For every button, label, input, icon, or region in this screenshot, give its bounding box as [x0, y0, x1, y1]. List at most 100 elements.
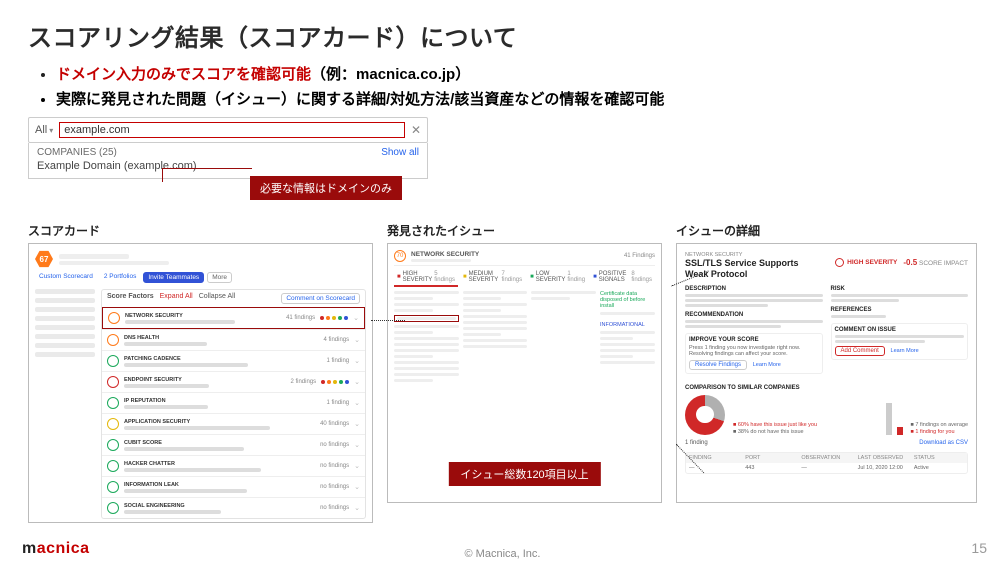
score-factor-list: Score Factors Expand All Collapse All Co…: [101, 289, 366, 519]
score-factor-row[interactable]: NETWORK SECURITY41 findings⌄: [102, 307, 365, 329]
link-portfolios[interactable]: 2 Portfolios: [100, 272, 141, 283]
col1-title: スコアカード: [28, 222, 373, 239]
score-factor-row[interactable]: HACKER CHATTERno findings⌄: [102, 455, 365, 476]
table-summary: 1 finding: [685, 440, 708, 446]
improve-text: Press 1 finding you now investigate righ…: [689, 345, 819, 357]
resolve-button[interactable]: Resolve Findings: [689, 360, 747, 370]
page-number: 15: [971, 540, 987, 556]
callout-connector: [162, 168, 252, 182]
impact-label: SCORE IMPACT: [919, 260, 968, 267]
factor-ring-icon: [107, 397, 119, 409]
factor-ring-icon: [107, 481, 119, 493]
collapse-all[interactable]: Collapse All: [199, 293, 236, 300]
factor-ring-icon: [107, 334, 119, 346]
score-hexagon: 67: [35, 250, 53, 268]
more-button[interactable]: More: [207, 272, 232, 283]
bullet-1: ドメイン入力のみでスコアを確認可能（例：macnica.co.jp）: [56, 63, 977, 84]
sec-improve: IMPROVE YOUR SCORE: [689, 337, 819, 343]
add-comment-button[interactable]: Add Comment: [835, 346, 885, 356]
col2-title: 発見されたイシュー: [387, 222, 662, 239]
issue-head-title: NETWORK SECURITY: [411, 251, 479, 258]
factor-ring-icon: [107, 355, 119, 367]
score-factor-row[interactable]: PATCHING CADENCE1 finding⌄: [102, 350, 365, 371]
blur-meta: [59, 261, 169, 265]
comment-scorecard-button[interactable]: Comment on Scorecard: [281, 293, 360, 304]
score-factor-row[interactable]: DNS HEALTH4 findings⌄: [102, 329, 365, 350]
chevron-down-icon: ⌄: [354, 420, 360, 428]
list-title: Score Factors: [107, 293, 154, 300]
issues-panel: 70 NETWORK SECURITY 41 Findings ■HIGH SE…: [387, 243, 662, 503]
factor-ring-icon: [107, 502, 119, 514]
findings-count: 41 Findings: [624, 253, 655, 259]
chevron-down-icon: ⌄: [354, 504, 360, 512]
impact-value: -0.5: [903, 258, 917, 267]
blur-company: [59, 254, 129, 259]
severity-tab[interactable]: ■MEDIUM SEVERITY 7 findings: [460, 269, 525, 287]
chevron-down-icon: ⌄: [354, 462, 360, 470]
learn-more-link-2[interactable]: Learn More: [891, 348, 919, 354]
slide-title: スコアリング結果（スコアカード）について: [28, 18, 977, 53]
search-scope[interactable]: All ▾: [35, 124, 53, 136]
pie-legend-1: 38% do not have this issue: [738, 429, 804, 435]
chevron-down-icon: ⌄: [354, 357, 360, 365]
score-factor-row[interactable]: INFORMATION LEAKno findings⌄: [102, 476, 365, 497]
close-icon[interactable]: ✕: [411, 123, 421, 137]
pie-chart: [685, 395, 725, 435]
chevron-down-icon: ⌄: [354, 483, 360, 491]
sec-references: REFERENCES: [831, 307, 969, 313]
score-factor-row[interactable]: ENDPOINT SECURITY2 findings⌄: [102, 371, 365, 392]
score-factor-row[interactable]: SOCIAL ENGINEERINGno findings⌄: [102, 497, 365, 518]
severity-icon: [835, 258, 844, 267]
severity-badge: HIGH SEVERITY: [835, 258, 897, 267]
search-section-label: COMPANIES (25): [37, 147, 117, 158]
compare-row: ■ 60% have this issue just like you ■ 38…: [685, 395, 968, 435]
issue-detail-panel: NETWORK SECURITY SSL/TLS Service Support…: [676, 243, 977, 503]
bar-chart: [886, 395, 903, 435]
show-all-link[interactable]: Show all: [381, 147, 419, 158]
findings-table: FINDINGPORTOBSERVATIONLAST OBSERVEDSTATU…: [685, 452, 968, 474]
sec-comment: COMMENT ON ISSUE: [835, 327, 965, 333]
severity-tab[interactable]: ■LOW SEVERITY 1 finding: [527, 269, 588, 287]
expand-all[interactable]: Expand All: [160, 293, 193, 300]
score-factor-row[interactable]: CUBIT SCOREno findings⌄: [102, 434, 365, 455]
sec-risk: RISK: [831, 286, 969, 292]
severity-tab[interactable]: ■HIGH SEVERITY 5 findings: [394, 269, 458, 287]
chevron-down-icon: ⌄: [354, 336, 360, 344]
bullet-2: 実際に発見された問題（イシュー）に関する詳細/対処方法/該当資産などの情報を確認…: [56, 88, 977, 109]
scorecard-panel: 67 Custom Scorecard 2 Portfolios Invite …: [28, 243, 373, 523]
bar-legend-1: 1 finding for you: [915, 429, 954, 435]
bar-legend: ■ 7 findings on average ■ 1 finding for …: [911, 422, 968, 435]
factor-ring-icon: [107, 439, 119, 451]
factor-ring-icon: [108, 312, 120, 324]
search-scope-label: All: [35, 124, 47, 136]
bullet-list: ドメイン入力のみでスコアを確認可能（例：macnica.co.jp） 実際に発見…: [28, 63, 977, 109]
chevron-down-icon: ⌄: [354, 399, 360, 407]
column-scorecard: スコアカード 67 Custom Scorecard 2 Portfolios …: [28, 222, 373, 526]
column-detail: イシューの詳細 NETWORK SECURITY SSL/TLS Service…: [676, 222, 977, 526]
footer-copy: © Macnica, Inc.: [0, 548, 1005, 560]
severity-tab[interactable]: ■POSITIVE SIGNALS 8 findings: [590, 269, 655, 287]
score-factor-row[interactable]: IP REPUTATION1 finding⌄: [102, 392, 365, 413]
severity-label: HIGH SEVERITY: [847, 259, 897, 266]
chevron-down-icon: ⌄: [353, 314, 359, 322]
link-custom-scorecard[interactable]: Custom Scorecard: [35, 272, 97, 283]
bullet-1-black: （例：macnica.co.jp）: [311, 66, 470, 83]
chevron-down-icon: ⌄: [354, 441, 360, 449]
col3-title: イシューの詳細: [676, 222, 977, 239]
column-issues: 発見されたイシュー 70 NETWORK SECURITY 41 Finding…: [387, 222, 662, 526]
panel-row: スコアカード 67 Custom Scorecard 2 Portfolios …: [28, 222, 977, 526]
positive-note: Certificate data disposed of before inst…: [600, 291, 655, 309]
score-factor-row[interactable]: APPLICATION SECURITY40 findings⌄: [102, 413, 365, 434]
download-csv-link[interactable]: Download as CSV: [919, 440, 968, 446]
search-input[interactable]: example.com: [59, 122, 405, 138]
scorecard-sidebar: [35, 289, 95, 519]
issues-body: Certificate data disposed of before inst…: [394, 291, 655, 382]
connector-1: [371, 320, 405, 321]
learn-more-link[interactable]: Learn More: [753, 362, 781, 368]
factor-ring-icon: [107, 376, 119, 388]
pie-legend-0: 60% have this issue just like you: [738, 422, 817, 428]
callout-domain-only: 必要な情報はドメインのみ: [250, 176, 402, 200]
search-bar: All ▾ example.com ✕: [28, 117, 428, 143]
invite-button[interactable]: Invite Teammates: [143, 272, 204, 283]
severity-tabs: ■HIGH SEVERITY 5 findings■MEDIUM SEVERIT…: [394, 269, 655, 287]
